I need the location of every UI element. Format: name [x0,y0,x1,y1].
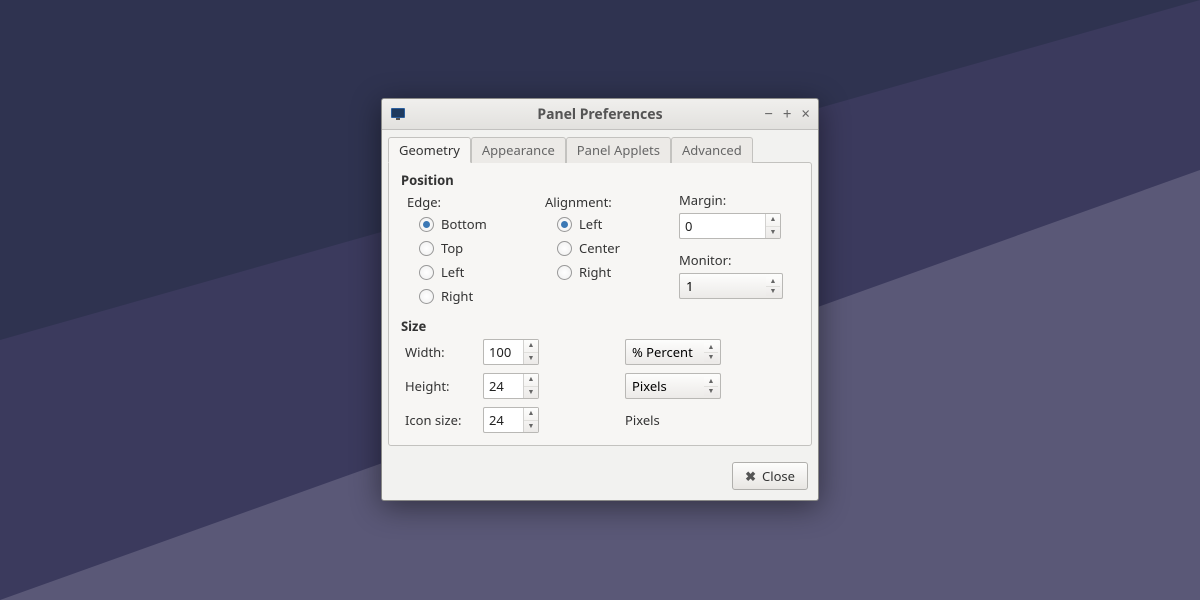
radio-label: Center [579,239,620,257]
radio-indicator [557,217,572,232]
radio-indicator [557,265,572,280]
radio-label: Left [579,215,602,233]
arrow-down-icon[interactable]: ▼ [524,353,538,365]
titlebar[interactable]: Panel Preferences − + × [382,99,818,130]
close-button-label: Close [762,467,795,485]
width-spinner[interactable]: 100 ▲▼ [483,339,539,365]
iconsize-spinner[interactable]: 24 ▲▼ [483,407,539,433]
arrow-up-icon[interactable]: ▲ [704,377,718,387]
combo-arrows[interactable]: ▲▼ [704,343,718,362]
monitor-label: Monitor: [679,251,799,269]
radio-indicator [419,217,434,232]
radio-label: Right [441,287,473,305]
arrow-up-icon[interactable]: ▲ [524,374,538,387]
alignment-radio-right[interactable]: Right [557,263,649,281]
maximize-button[interactable]: + [783,107,792,122]
arrow-up-icon[interactable]: ▲ [524,408,538,421]
margin-value[interactable]: 0 [680,214,765,238]
alignment-radio-center[interactable]: Center [557,239,649,257]
arrow-down-icon[interactable]: ▼ [766,227,780,239]
radio-indicator [419,265,434,280]
arrow-down-icon[interactable]: ▼ [524,387,538,399]
radio-label: Left [441,263,464,281]
height-spinner[interactable]: 24 ▲▼ [483,373,539,399]
spinner-arrows[interactable]: ▲▼ [523,340,538,364]
alignment-label: Alignment: [545,193,649,211]
height-unit-value: Pixels [632,377,671,395]
combo-arrows[interactable]: ▲▼ [766,277,780,296]
edge-radio-top[interactable]: Top [419,239,521,257]
arrow-down-icon[interactable]: ▼ [704,387,718,396]
edge-radio-left[interactable]: Left [419,263,521,281]
width-unit-combo[interactable]: % Percent ▲▼ [625,339,721,365]
height-unit-combo[interactable]: Pixels ▲▼ [625,373,721,399]
arrow-down-icon[interactable]: ▼ [524,421,538,433]
height-value[interactable]: 24 [484,374,523,398]
monitor-combo[interactable]: 1 ▲▼ [679,273,783,299]
panel-preferences-window: Panel Preferences − + × Geometry Appeara… [381,98,819,501]
window-title: Panel Preferences [382,105,818,124]
margin-spinner[interactable]: 0 ▲▼ [679,213,781,239]
radio-indicator [557,241,572,256]
arrow-up-icon[interactable]: ▲ [524,340,538,353]
radio-label: Right [579,263,611,281]
close-window-button[interactable]: × [801,107,810,122]
width-unit-value: % Percent [632,343,697,361]
monitor-value: 1 [686,277,697,295]
tab-advanced[interactable]: Advanced [671,137,753,163]
app-icon [390,106,406,122]
tab-page-geometry: Position Edge: Bottom Top Left Right Ali… [388,162,812,446]
tab-panel-applets[interactable]: Panel Applets [566,137,671,163]
iconsize-unit-label: Pixels [625,411,799,429]
width-label: Width: [405,343,475,361]
width-value[interactable]: 100 [484,340,523,364]
arrow-down-icon[interactable]: ▼ [766,287,780,296]
arrow-down-icon[interactable]: ▼ [704,353,718,362]
close-icon: ✖ [745,467,756,485]
radio-indicator [419,289,434,304]
tab-strip: Geometry Appearance Panel Applets Advanc… [382,130,818,162]
margin-label: Margin: [679,191,799,209]
arrow-up-icon[interactable]: ▲ [704,343,718,353]
desktop-background: Panel Preferences − + × Geometry Appeara… [0,0,1200,600]
position-heading: Position [401,171,799,189]
spinner-arrows[interactable]: ▲▼ [523,374,538,398]
spinner-arrows[interactable]: ▲▼ [523,408,538,432]
edge-radio-bottom[interactable]: Bottom [419,215,521,233]
arrow-up-icon[interactable]: ▲ [766,277,780,287]
combo-arrows[interactable]: ▲▼ [704,377,718,396]
iconsize-value[interactable]: 24 [484,408,523,432]
edge-label: Edge: [407,193,521,211]
iconsize-label: Icon size: [405,411,475,429]
tab-appearance[interactable]: Appearance [471,137,566,163]
size-heading: Size [401,317,799,335]
spinner-arrows[interactable]: ▲▼ [765,214,780,238]
radio-label: Top [441,239,463,257]
arrow-up-icon[interactable]: ▲ [766,214,780,227]
radio-indicator [419,241,434,256]
alignment-radio-left[interactable]: Left [557,215,649,233]
close-button[interactable]: ✖ Close [732,462,808,490]
height-label: Height: [405,377,475,395]
tab-geometry[interactable]: Geometry [388,137,471,163]
minimize-button[interactable]: − [764,107,773,122]
edge-radio-right[interactable]: Right [419,287,521,305]
radio-label: Bottom [441,215,487,233]
